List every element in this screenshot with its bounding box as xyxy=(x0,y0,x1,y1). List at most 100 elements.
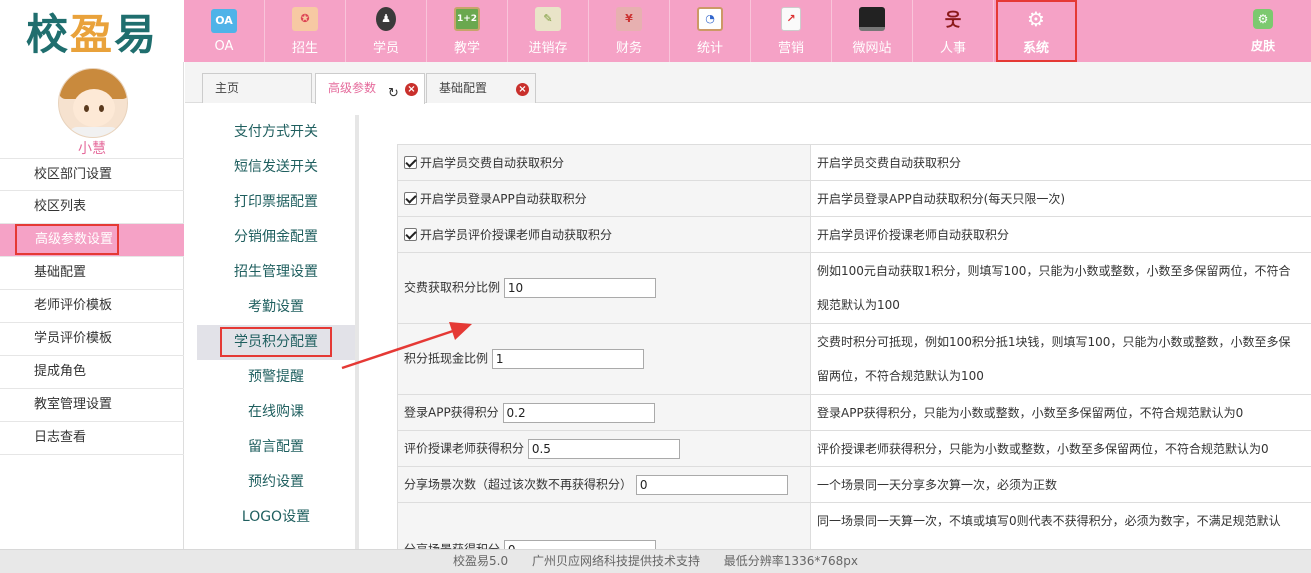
setting-label: 开启学员登录APP自动获取积分 xyxy=(420,192,587,206)
tab-basic-config[interactable]: 基础配置 × xyxy=(426,73,536,103)
submenu-item-distribution-commission[interactable]: 分销佣金配置 xyxy=(197,220,355,255)
logo-char-3: 易 xyxy=(114,9,159,59)
setting-label: 开启学员交费自动获取积分 xyxy=(420,156,565,170)
inventory-icon: ✎ xyxy=(535,6,561,31)
submenu-item-appointment[interactable]: 预约设置 xyxy=(197,465,355,500)
nav-website[interactable]: 微网站 xyxy=(832,0,913,62)
footer-resolution: 最低分辨率1336*768px xyxy=(723,554,858,568)
nav-oa-label: OA xyxy=(214,38,234,54)
checkbox[interactable] xyxy=(404,156,417,169)
submenu-item-label: LOGO设置 xyxy=(241,509,311,525)
statistics-icon: ◔ xyxy=(697,6,723,31)
submenu-item-payment-switch[interactable]: 支付方式开关 xyxy=(197,115,355,150)
table-row: 开启学员评价授课老师自动获取积分 开启学员评价授课老师自动获取积分 xyxy=(397,216,1311,253)
submenu-item-student-points[interactable]: 学员积分配置 xyxy=(197,325,355,360)
nav-website-label: 微网站 xyxy=(852,40,892,56)
table-row: 交费获取积分比例 例如100元自动获取1积分，则填写100，只能为小数或整数，小… xyxy=(397,252,1311,324)
setting-description: 开启学员评价授课老师自动获取积分 xyxy=(817,228,1010,242)
submenu-item-online-purchase[interactable]: 在线购课 xyxy=(197,395,355,430)
submenu-item-label: 在线购课 xyxy=(248,404,304,420)
logo-char-1: 校 xyxy=(25,9,70,59)
nav-statistics[interactable]: ◔ 统计 xyxy=(670,0,751,62)
nav-marketing-label: 营销 xyxy=(777,40,804,56)
nav-teaching[interactable]: 1+2 教学 xyxy=(427,0,508,62)
sidebar-item-log-view[interactable]: 日志查看 xyxy=(0,422,184,455)
table-row: 评价授课老师获得积分 评价授课老师获得积分，只能为小数或整数，小数至多保留两位，… xyxy=(397,430,1311,467)
submenu-item-sms-switch[interactable]: 短信发送开关 xyxy=(197,150,355,185)
submenu-item-recruit-management[interactable]: 招生管理设置 xyxy=(197,255,355,290)
footer: 校盈易5.0 广州贝应网络科技提供技术支持 最低分辨率1336*768px xyxy=(0,549,1311,573)
app-login-points-input[interactable] xyxy=(502,402,655,423)
nav-hr[interactable]: 웃 人事 xyxy=(913,0,994,62)
submenu-item-label: 短信发送开关 xyxy=(234,159,318,175)
nav-skin-label: 皮肤 xyxy=(1250,38,1275,53)
submenu-item-logo[interactable]: LOGO设置 xyxy=(197,500,355,535)
submenu-item-attendance[interactable]: 考勤设置 xyxy=(197,290,355,325)
sidebar-item-teacher-eval-template[interactable]: 老师评价模板 xyxy=(0,290,184,323)
sidebar-item-student-eval-template[interactable]: 学员评价模板 xyxy=(0,323,184,356)
tab-advanced-params[interactable]: 高级参数 ↻ × xyxy=(315,73,425,104)
tab-advanced-params-label: 高级参数 xyxy=(328,81,377,95)
footer-version: 校盈易5.0 xyxy=(453,554,509,568)
checkbox[interactable] xyxy=(404,228,417,241)
table-row: 开启学员登录APP自动获取积分 开启学员登录APP自动获取积分(每天只限一次) xyxy=(397,180,1311,217)
teaching-icon: 1+2 xyxy=(454,6,480,31)
checkbox[interactable] xyxy=(404,192,417,205)
nav-recruit-label: 招生 xyxy=(291,40,318,56)
brand-logo: 校盈易 xyxy=(0,0,184,62)
submenu-item-warning-reminder[interactable]: 预警提醒 xyxy=(197,360,355,395)
close-icon[interactable]: × xyxy=(516,83,529,96)
tab-bar: 主页 高级参数 ↻ × 基础配置 × xyxy=(185,62,1311,104)
points-settings: 开启学员交费自动获取积分 开启学员交费自动获取积分 开启学员登录APP自动获取积… xyxy=(397,144,1311,563)
setting-description: 例如100元自动获取1积分，则填写100，只能为小数或整数，小数至多保留两位，不… xyxy=(817,264,1291,278)
nav-teaching-label: 教学 xyxy=(453,40,480,56)
nav-system[interactable]: ⚙ 系统 xyxy=(996,0,1077,62)
share-count-input[interactable] xyxy=(635,474,788,495)
fee-points-ratio-input[interactable] xyxy=(503,278,656,298)
settings-table: 开启学员交费自动获取积分 开启学员交费自动获取积分 开启学员登录APP自动获取积… xyxy=(397,144,1311,563)
teacher-eval-points-input[interactable] xyxy=(527,438,680,459)
sidebar-item-label: 校区列表 xyxy=(34,199,87,214)
setting-label: 交费获取积分比例 xyxy=(404,280,501,295)
close-icon[interactable]: × xyxy=(405,83,418,96)
submenu-item-label: 考勤设置 xyxy=(248,299,304,315)
avatar[interactable] xyxy=(58,68,128,138)
sidebar-item-label: 高级参数设置 xyxy=(15,224,120,255)
submenu-item-label: 分销佣金配置 xyxy=(234,229,318,245)
nav-skin[interactable]: ⚙ 皮肤 xyxy=(1233,0,1293,62)
sidebar-item-commission-role[interactable]: 提成角色 xyxy=(0,356,184,389)
sidebar-item-classroom-management[interactable]: 教室管理设置 xyxy=(0,389,184,422)
nav-recruit[interactable]: ✪ 招生 xyxy=(265,0,346,62)
nav-inventory[interactable]: ✎ 进销存 xyxy=(508,0,589,62)
sidebar-item-label: 提成角色 xyxy=(34,364,87,379)
marketing-icon: ↗ xyxy=(781,6,801,31)
submenu-item-label: 预约设置 xyxy=(248,474,304,490)
setting-description: 开启学员登录APP自动获取积分(每天只限一次) xyxy=(817,192,1066,206)
nav-finance[interactable]: ¥ 财务 xyxy=(589,0,670,62)
setting-description: 登录APP获得积分，只能为小数或整数，小数至多保留两位，不符合规范默认为0 xyxy=(817,406,1244,420)
sidebar-item-label: 校区部门设置 xyxy=(34,167,113,182)
tab-home[interactable]: 主页 xyxy=(202,73,312,103)
nav-marketing[interactable]: ↗ 营销 xyxy=(751,0,832,62)
app-root: { "brand": { "logo_part1": "校", "logo_pa… xyxy=(0,0,1311,573)
table-row: 登录APP获得积分 登录APP获得积分，只能为小数或整数，小数至多保留两位，不符… xyxy=(397,394,1311,431)
setting-description: 开启学员交费自动获取积分 xyxy=(817,156,962,170)
sidebar-item-basic-config[interactable]: 基础配置 xyxy=(0,257,184,290)
recruit-icon: ✪ xyxy=(292,6,318,31)
submenu-item-receipt-print[interactable]: 打印票据配置 xyxy=(197,185,355,220)
refresh-icon[interactable]: ↻ xyxy=(388,80,399,108)
points-cash-ratio-input[interactable] xyxy=(491,349,644,369)
submenu-item-message-config[interactable]: 留言配置 xyxy=(197,430,355,465)
nav-oa[interactable]: OA OA xyxy=(184,0,265,62)
setting-label: 分享场景次数（超过该次数不再获得积分） xyxy=(404,477,633,491)
sidebar-item-advanced-params[interactable]: 高级参数设置 xyxy=(0,224,184,257)
sidebar-item-campus-department[interactable]: 校区部门设置 xyxy=(0,158,184,191)
nav-student[interactable]: ♟ 学员 xyxy=(346,0,427,62)
table-row: 开启学员交费自动获取积分 开启学员交费自动获取积分 xyxy=(397,144,1311,181)
nav-finance-label: 财务 xyxy=(615,40,642,56)
nav-student-label: 学员 xyxy=(372,40,399,56)
setting-label: 积分抵现金比例 xyxy=(404,351,489,366)
setting-description: 一个场景同一天分享多次算一次，必须为正数 xyxy=(817,478,1058,492)
nav-system-label: 系统 xyxy=(1022,40,1049,56)
sidebar-item-campus-list[interactable]: 校区列表 xyxy=(0,191,184,224)
